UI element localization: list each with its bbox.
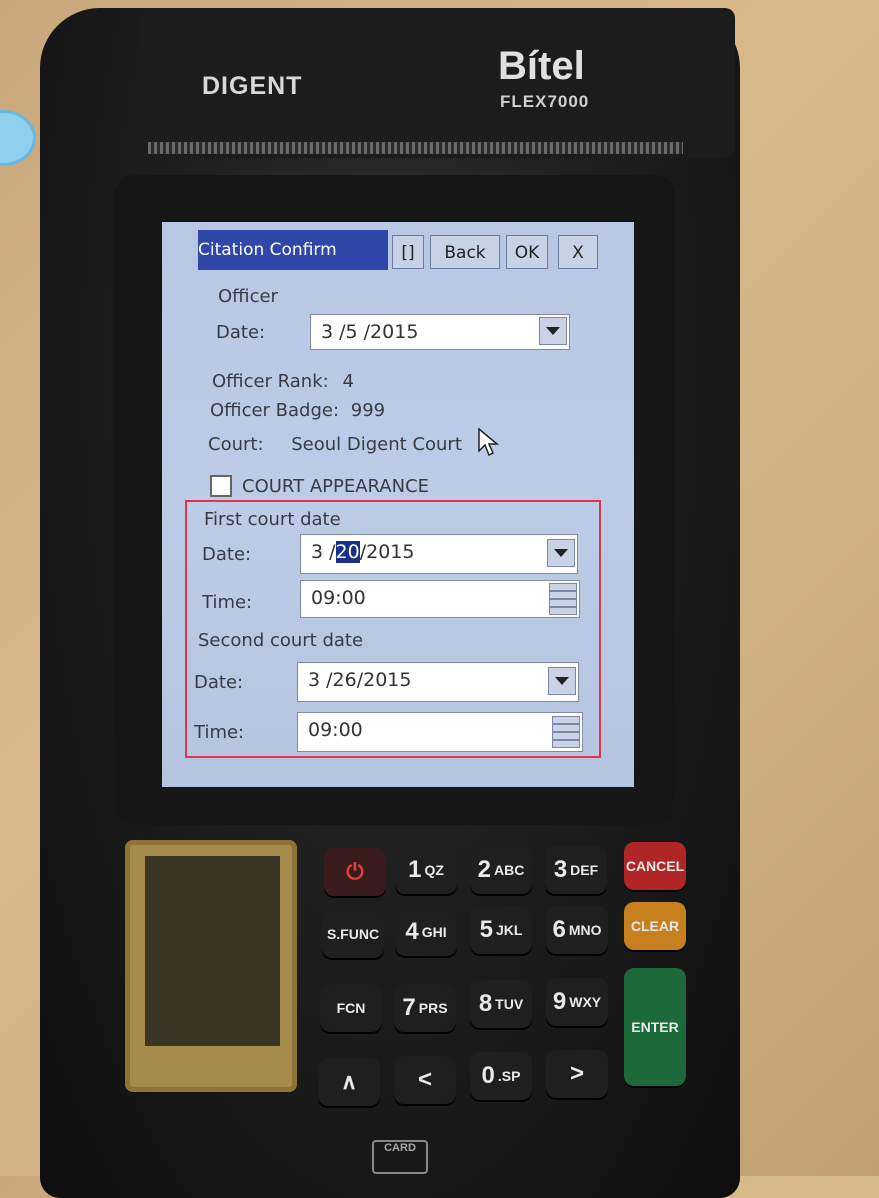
officer-rank-row: Officer Rank: 4 (212, 371, 354, 392)
officer-date-label: Date: (216, 322, 266, 343)
officer-date-value: 3 /5 /2015 (321, 321, 419, 343)
officer-badge-label: Officer Badge: (210, 400, 340, 421)
model-label: FLEX7000 (500, 92, 590, 111)
officer-badge-value: 999 (350, 400, 386, 421)
power-icon: ⏻ (346, 859, 364, 884)
officer-rank-label: Officer Rank: (212, 371, 329, 392)
card-slot-label: CARD (372, 1140, 428, 1174)
officer-date-dropdown[interactable]: 3 /5 /2015 (310, 314, 570, 350)
fingerprint-sensor[interactable] (145, 856, 280, 1046)
enter-button[interactable]: ENTER (624, 968, 686, 1086)
key-5[interactable]: 5 JKL (470, 906, 532, 954)
key-0[interactable]: 0 .SP (470, 1052, 532, 1100)
court-label: Court: (208, 434, 264, 455)
close-button[interactable]: X (558, 235, 598, 269)
court-appearance-checkbox[interactable] (210, 475, 232, 497)
left-arrow-button[interactable]: < (394, 1056, 456, 1104)
ok-button[interactable]: OK (506, 235, 548, 269)
back-button[interactable]: Back (430, 235, 500, 269)
window-title: Citation Confirm (198, 230, 388, 270)
fcn-button[interactable]: FCN (320, 984, 382, 1032)
background-blob (0, 110, 36, 166)
officer-label: Officer (218, 286, 278, 307)
clear-button[interactable]: CLEAR (624, 902, 686, 950)
court-dates-highlight-box (185, 500, 601, 758)
chevron-down-icon[interactable] (539, 317, 567, 345)
brand-bitel-logo: Bítel (498, 44, 585, 88)
cancel-button[interactable]: CANCEL (624, 842, 686, 890)
key-1[interactable]: 1 QZ (395, 846, 457, 894)
officer-badge-row: Officer Badge: 999 (210, 400, 385, 421)
court-row: Court: Seoul Digent Court (208, 434, 462, 455)
key-4[interactable]: 4 GHI (395, 908, 457, 956)
up-arrow-button[interactable]: ∧ (318, 1058, 380, 1106)
sfunc-button[interactable]: S.FUNC (322, 910, 384, 958)
brand-digent-logo: DIGENT (202, 72, 303, 100)
key-6[interactable]: 6 MNO (546, 906, 608, 954)
power-button[interactable]: ⏻ (324, 848, 386, 896)
key-7[interactable]: 7 PRS (394, 984, 456, 1032)
key-2[interactable]: 2 ABC (470, 846, 532, 894)
key-3[interactable]: 3 DEF (545, 846, 607, 894)
right-arrow-button[interactable]: > (546, 1050, 608, 1098)
paper-tear-bar (148, 142, 683, 154)
key-9[interactable]: 9 WXY (546, 978, 608, 1026)
mouse-cursor-icon (478, 427, 500, 457)
key-8[interactable]: 8 TUV (470, 980, 532, 1028)
court-value: Seoul Digent Court (291, 434, 462, 455)
court-appearance-label: COURT APPEARANCE (242, 476, 430, 497)
keyboard-toggle-button[interactable]: [] (392, 235, 424, 269)
officer-rank-value: 4 (342, 371, 354, 392)
